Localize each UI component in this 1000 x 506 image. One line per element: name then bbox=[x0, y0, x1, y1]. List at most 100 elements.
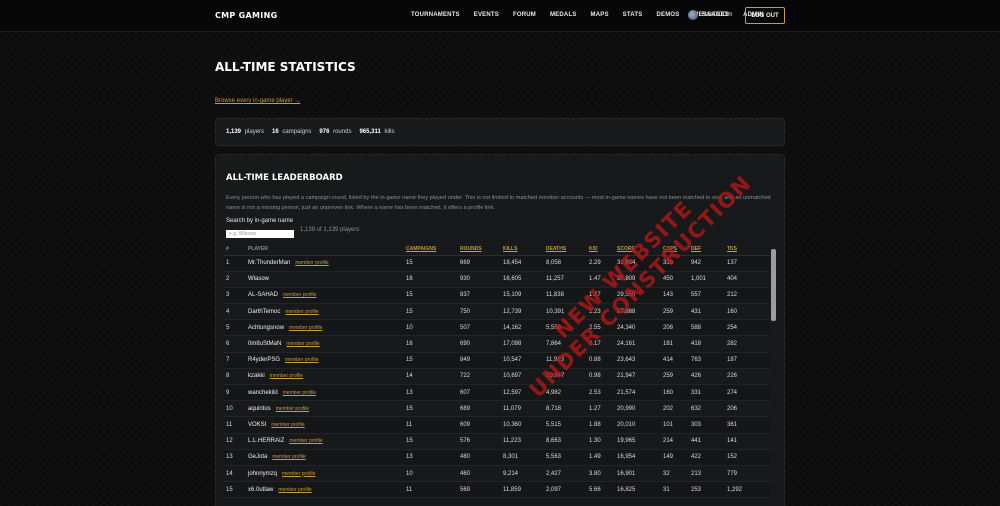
cell-def: 763 bbox=[689, 352, 725, 369]
cell-player: wanchekild member profile bbox=[246, 384, 404, 402]
cell-score: 21,574 bbox=[615, 384, 661, 402]
player-name: 0m8uStMaN bbox=[248, 341, 282, 348]
cell-tks: 274 bbox=[725, 384, 770, 402]
col-kills[interactable]: KILLS bbox=[501, 243, 544, 256]
cell-rank: 15 bbox=[224, 481, 246, 499]
player-name: wanchekild bbox=[248, 389, 278, 396]
cell-rank: 6 bbox=[224, 335, 246, 353]
nav-maps[interactable]: MAPS bbox=[591, 12, 609, 18]
cell-kd: 2.53 bbox=[587, 384, 615, 402]
member-profile-link[interactable]: member profile bbox=[289, 325, 322, 331]
summary-campaigns: 16 campaigns bbox=[272, 129, 312, 135]
cell-rounds: 690 bbox=[458, 335, 501, 353]
cell-kd: 2.29 bbox=[587, 255, 615, 272]
cell-player: aquintus member profile bbox=[246, 400, 404, 418]
summary-kills: 965,311 kills bbox=[359, 129, 395, 135]
cell-kills: 11,859 bbox=[501, 481, 544, 499]
cell-def: 422 bbox=[689, 449, 725, 466]
member-profile-link[interactable]: member profile bbox=[295, 260, 328, 266]
col-score[interactable]: SCORE bbox=[615, 243, 661, 256]
cell-rounds: 460 bbox=[458, 465, 501, 483]
table-scrollbar[interactable] bbox=[771, 249, 776, 321]
browse-players-link[interactable]: Browse every in-game player → bbox=[215, 98, 300, 104]
brand-logo[interactable]: CMP GAMING bbox=[215, 11, 277, 20]
cell-kills: 11,223 bbox=[501, 433, 544, 450]
cell-caps: 202 bbox=[661, 400, 689, 418]
cell-tks: 779 bbox=[725, 465, 770, 483]
cell-rounds: 669 bbox=[458, 255, 501, 272]
cell-caps: 450 bbox=[661, 271, 689, 288]
cell-kills: 14,162 bbox=[501, 319, 544, 337]
cell-def: 557 bbox=[689, 287, 725, 305]
member-profile-link[interactable]: member profile bbox=[283, 390, 316, 396]
member-profile-link[interactable]: member profile bbox=[271, 422, 304, 428]
col-deaths[interactable]: DEATHS bbox=[544, 243, 587, 256]
cell-kills: 15,109 bbox=[501, 287, 544, 305]
cell-player: johnnymzq member profile bbox=[246, 465, 404, 483]
member-profile-link[interactable]: member profile bbox=[283, 292, 316, 298]
player-search-input[interactable] bbox=[226, 230, 294, 238]
cell-rank: 12 bbox=[224, 433, 246, 450]
cell-rounds: 689 bbox=[458, 400, 501, 418]
cell-caps: 160 bbox=[661, 384, 689, 402]
logout-button[interactable]: LOG OUT bbox=[745, 7, 785, 24]
nav-events[interactable]: EVENTS bbox=[474, 12, 499, 18]
cell-rank: 5 bbox=[224, 319, 246, 337]
member-profile-link[interactable]: member profile bbox=[289, 438, 322, 444]
cell-campaigns: 15 bbox=[404, 433, 458, 450]
cell-rounds: 930 bbox=[458, 271, 501, 288]
member-profile-link[interactable]: member profile bbox=[272, 454, 305, 460]
col-def[interactable]: DEF bbox=[689, 243, 725, 256]
player-name: L.L.HERRAIZ bbox=[248, 438, 285, 445]
col-tks[interactable]: TKS bbox=[725, 243, 770, 256]
cell-campaigns: 10 bbox=[404, 465, 458, 483]
nav-forum[interactable]: FORUM bbox=[513, 12, 536, 18]
nav-demos[interactable]: DEMOS bbox=[656, 12, 679, 18]
cell-def: 426 bbox=[689, 368, 725, 386]
cell-tks: 226 bbox=[725, 368, 770, 386]
cell-tks: 187 bbox=[725, 352, 770, 369]
cell-rounds: 837 bbox=[458, 287, 501, 305]
col-caps[interactable]: CAPS bbox=[661, 243, 689, 256]
cell-score: 27,888 bbox=[615, 303, 661, 321]
col-campaigns[interactable]: CAMPAIGNS bbox=[404, 243, 458, 256]
cell-deaths: 5,563 bbox=[544, 449, 587, 466]
cell-caps: 101 bbox=[661, 416, 689, 434]
member-profile-link[interactable]: member profile bbox=[285, 309, 318, 315]
cell-tks: 152 bbox=[725, 449, 770, 466]
user-menu[interactable]: RAnDOOm bbox=[688, 10, 732, 20]
cell-deaths: 11,838 bbox=[544, 287, 587, 305]
col-rounds[interactable]: ROUNDS bbox=[458, 243, 501, 256]
nav-medals[interactable]: MEDALS bbox=[550, 12, 577, 18]
cell-rank: 2 bbox=[224, 271, 246, 288]
nav-stats[interactable]: STATS bbox=[623, 12, 643, 18]
table-row: 10 aquintus member profile 15 689 11,079 8,718… bbox=[224, 400, 770, 418]
cell-campaigns: 15 bbox=[404, 303, 458, 321]
cell-score: 31,984 bbox=[615, 255, 661, 272]
member-profile-link[interactable]: member profile bbox=[282, 471, 315, 477]
cell-score: 20,990 bbox=[615, 400, 661, 418]
cell-campaigns: 16 bbox=[404, 271, 458, 288]
member-profile-link[interactable]: member profile bbox=[285, 357, 318, 363]
cell-kd: 2.17 bbox=[587, 335, 615, 353]
cell-score: 24,340 bbox=[615, 319, 661, 337]
cell-score: 16,825 bbox=[615, 481, 661, 499]
cell-rank: 4 bbox=[224, 303, 246, 321]
table-row: 2 Wlasow 16 930 16,605 11,257 1.47 30,809 450 1,0… bbox=[224, 271, 770, 288]
cell-campaigns: 15 bbox=[404, 287, 458, 305]
member-profile-link[interactable]: member profile bbox=[286, 341, 319, 347]
cell-caps: 143 bbox=[661, 287, 689, 305]
cell-kills: 9,214 bbox=[501, 465, 544, 483]
cell-score: 16,901 bbox=[615, 465, 661, 483]
cell-kills: 8,301 bbox=[501, 449, 544, 466]
user-name[interactable]: RAnDOOm bbox=[702, 12, 732, 18]
cell-caps: 181 bbox=[661, 335, 689, 353]
cell-def: 588 bbox=[689, 319, 725, 337]
member-profile-link[interactable]: member profile bbox=[278, 487, 311, 493]
member-profile-link[interactable]: member profile bbox=[276, 406, 309, 412]
member-profile-link[interactable]: member profile bbox=[270, 373, 303, 379]
nav-tournaments[interactable]: TOURNAMENTS bbox=[411, 12, 460, 18]
avatar[interactable] bbox=[688, 10, 698, 20]
table-row: 9 wanchekild member profile 13 607 12,597 4,98… bbox=[224, 384, 770, 402]
col-kd[interactable]: K/D bbox=[587, 243, 615, 256]
